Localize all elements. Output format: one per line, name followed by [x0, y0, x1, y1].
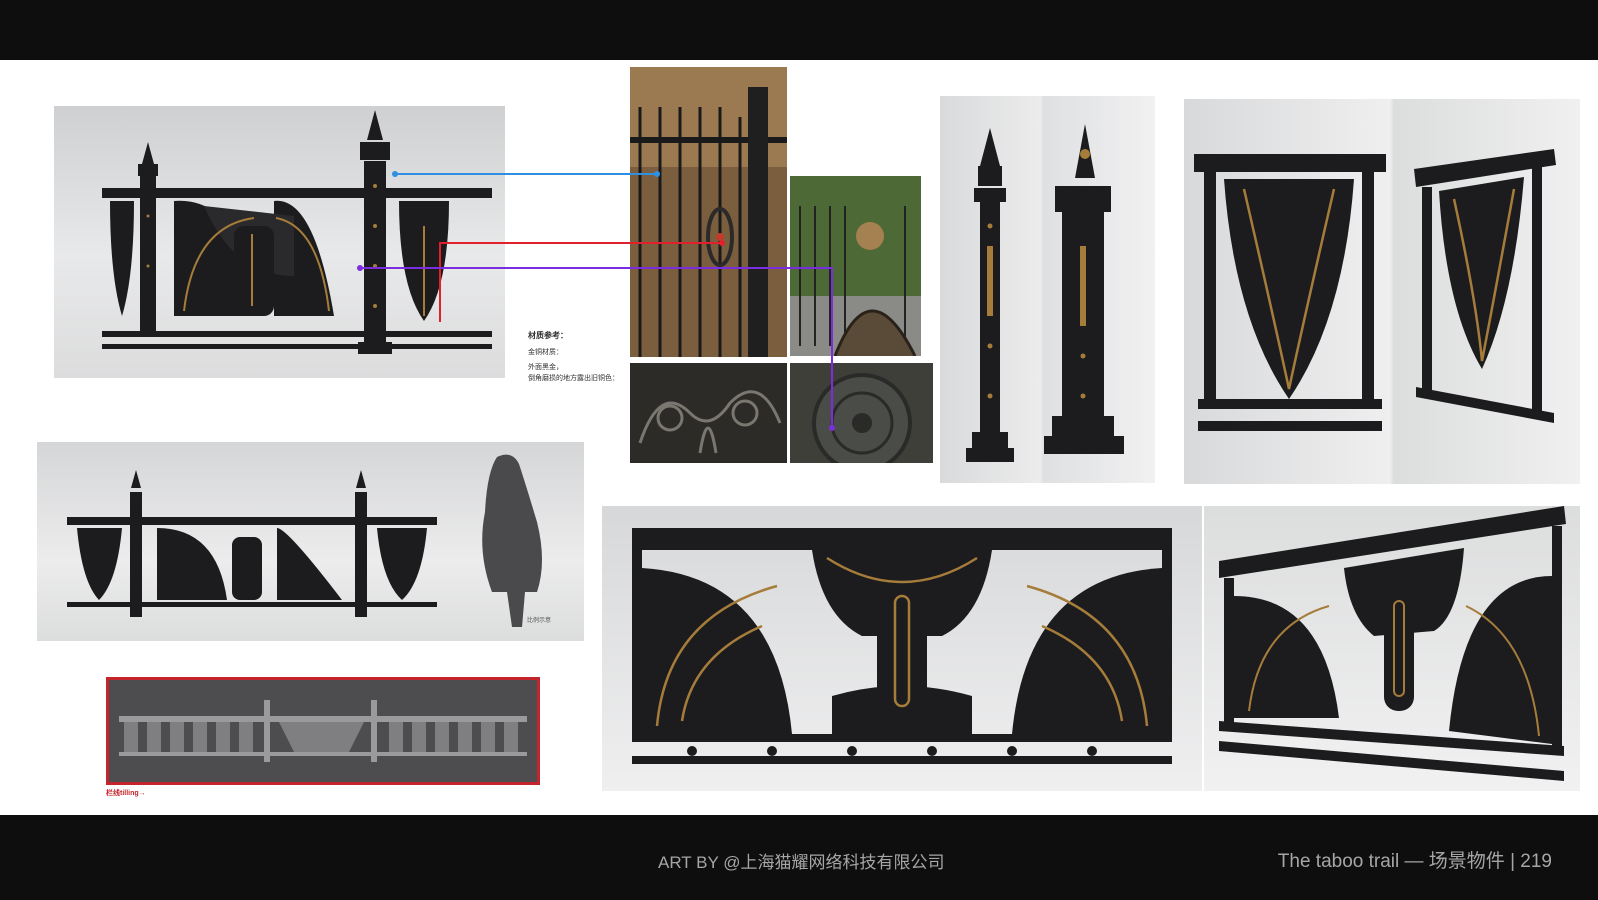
material-notes-heading: 材质参考：	[528, 331, 568, 340]
material-notes-line3: 倒角磨损的地方露出旧铜色：	[528, 375, 619, 382]
reference-photo-garden-gate	[790, 176, 921, 356]
material-notes-line1: 金铜材质：	[528, 349, 563, 356]
post-render	[940, 96, 1155, 483]
tiling-label: 栏线tilling→	[106, 790, 146, 797]
material-notes-line2: 外面黑金，	[528, 364, 563, 371]
footer-title-page: The taboo trail — 场景物件 | 219	[1277, 851, 1552, 872]
railing-front-render	[602, 506, 1202, 791]
tiling-strip	[106, 677, 540, 785]
end-panel-render	[1184, 99, 1580, 484]
material-notes: 材质参考： 金铜材质： 外面黑金， 倒角磨损的地方露出旧铜色：	[528, 330, 628, 388]
top-bar	[0, 0, 1598, 60]
scale-label: 比例示意	[527, 618, 552, 624]
footer-credit: ART BY @上海猫耀网络科技有限公司	[658, 853, 945, 872]
reference-photo-scrollwork	[630, 363, 787, 463]
reference-photo-disc-ornament	[790, 363, 933, 463]
railing-angle-render	[1204, 506, 1580, 791]
railing-main-render	[54, 106, 505, 378]
scale-comparison-render	[37, 442, 584, 641]
reference-photo-stair-railing	[630, 67, 787, 357]
